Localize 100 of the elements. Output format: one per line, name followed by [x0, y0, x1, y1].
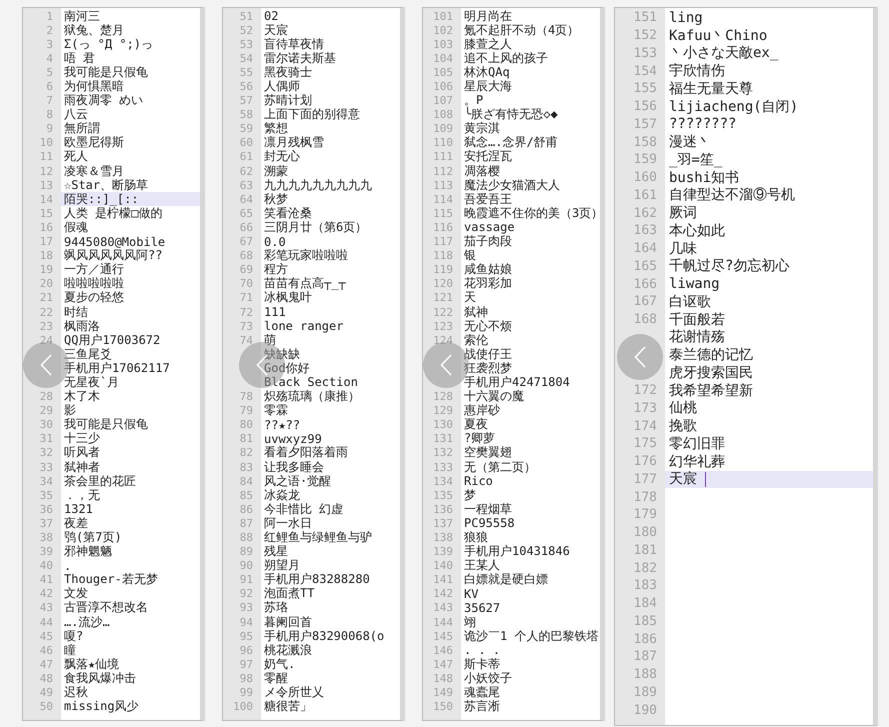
line-text: 星辰大海	[463, 79, 513, 94]
line-number: 142	[432, 586, 454, 601]
line-text: 自律型达不溜⑨号机	[668, 186, 796, 204]
line-number: 99	[238, 686, 254, 700]
line-text: 三阴月廿（第6页）	[263, 220, 368, 234]
line-number: 82	[238, 446, 254, 460]
line-number: 49	[38, 686, 54, 700]
line-number: 42	[38, 586, 54, 601]
line-number: 23	[38, 319, 54, 334]
line-number: 30	[38, 418, 54, 432]
line-text: ╰朕ざ有恃无恐◇◆	[463, 108, 559, 122]
line-text: God你好	[263, 361, 311, 376]
line-text: 封无心	[263, 150, 301, 164]
line-number: 132	[432, 446, 454, 460]
line-number: 160	[632, 169, 658, 186]
line-text: KV	[463, 586, 480, 601]
line-text: 。P	[463, 94, 484, 108]
line-number: 135	[432, 488, 454, 502]
line-number: 141	[432, 572, 454, 587]
line-text: 邪神魍魉	[63, 544, 113, 559]
line-number: 102	[432, 23, 454, 38]
line-number: 38	[38, 530, 54, 545]
line-number: 21	[38, 290, 54, 305]
line-text: 一方／通行	[63, 262, 125, 277]
line-text: 安托涅瓦	[463, 150, 513, 164]
line-number: 164	[632, 240, 658, 258]
line-number: 80	[238, 418, 254, 432]
line-number: 35	[38, 488, 54, 502]
line-number: 18	[38, 248, 54, 263]
line-text: 银	[463, 248, 477, 263]
line-number: 37	[38, 516, 54, 530]
line-number: 175	[632, 435, 658, 453]
line-number: 105	[432, 65, 454, 80]
line-text: 听风者	[63, 446, 101, 460]
line-text: 人偶师	[263, 79, 301, 94]
line-number: 121	[432, 290, 454, 305]
line-text: lijiacheng(自闭)	[668, 98, 800, 116]
line-text: 飘落★仙境	[63, 657, 120, 672]
line-text: Thouger-若无梦	[63, 572, 159, 587]
line-number: 158	[632, 134, 658, 151]
line-number: 79	[238, 404, 254, 418]
line-text: 幻华礼葬	[668, 452, 726, 470]
line-text: 翊	[463, 615, 477, 630]
line-number: 104	[432, 51, 454, 66]
line-text: 盲待草夜情	[263, 37, 325, 52]
line-number: 118	[432, 248, 454, 263]
line-number: 8	[45, 108, 54, 122]
line-text: ?卿萝	[463, 432, 496, 446]
line-text: 迟秋	[63, 686, 89, 700]
line-text: 泡面煮TT	[263, 586, 316, 601]
line-text: 膝萱之人	[463, 37, 513, 52]
line-text: 桃花溅浪	[263, 643, 313, 658]
line-number: 149	[432, 686, 454, 700]
line-text: lone ranger	[263, 319, 344, 334]
line-text: 雷尔诺夫斯基	[263, 51, 337, 66]
line-number: 95	[238, 629, 254, 644]
line-text: 王某人	[463, 558, 501, 573]
line-text: bushi知书	[668, 168, 740, 186]
line-number: 161	[632, 186, 658, 204]
line-number: 91	[238, 572, 254, 587]
line-number: 177	[632, 470, 658, 488]
line-text: 嗄?	[63, 629, 84, 644]
line-text: 漫迷丶	[668, 133, 712, 151]
line-number: 94	[238, 615, 254, 630]
line-text: 苏晴计划	[263, 94, 313, 108]
line-number: 153	[632, 44, 658, 62]
line-number: 112	[432, 164, 454, 178]
line-number: 114	[432, 192, 454, 206]
line-number: 123	[432, 319, 454, 334]
line-number: 67	[238, 234, 254, 249]
line-text: 无星夜`月	[63, 375, 120, 390]
line-number: 172	[632, 382, 658, 400]
line-number: 83	[238, 460, 254, 474]
line-number: 187	[632, 648, 658, 666]
line-text: 手机用户83290068(o	[263, 629, 386, 644]
line-number: 178	[632, 488, 658, 506]
line-text: 弑念….念界/舒甫	[463, 136, 559, 150]
line-text: 文发	[63, 586, 89, 601]
line-text: 丶小さな天敵ex_	[668, 44, 780, 62]
line-number: 136	[432, 502, 454, 516]
line-text: QQ用户17003672	[63, 333, 162, 348]
line-number: 109	[432, 122, 454, 136]
line-number: 137	[432, 516, 454, 530]
line-text: Rico	[463, 474, 494, 488]
line-text: 35627	[463, 600, 502, 616]
line-text: 狂袭烈梦	[463, 361, 513, 376]
line-text: 残星	[263, 544, 289, 559]
line-number: 144	[432, 615, 454, 630]
line-number: 138	[432, 530, 454, 545]
line-text: 凛月残枫雪	[263, 136, 325, 150]
line-text: 白嫖就是硬白嫖	[463, 572, 549, 587]
line-text: 惠岸砂	[463, 404, 501, 418]
line-number: 110	[432, 136, 454, 150]
line-text: 零醒	[263, 671, 288, 686]
line-number: 116	[432, 220, 454, 234]
line-text: 秋梦	[263, 192, 289, 206]
line-number: 113	[432, 178, 454, 192]
line-text: 弑神	[463, 304, 489, 320]
line-text: 索伦	[463, 333, 489, 348]
line-text: Kafuu丶Chino	[668, 26, 768, 44]
